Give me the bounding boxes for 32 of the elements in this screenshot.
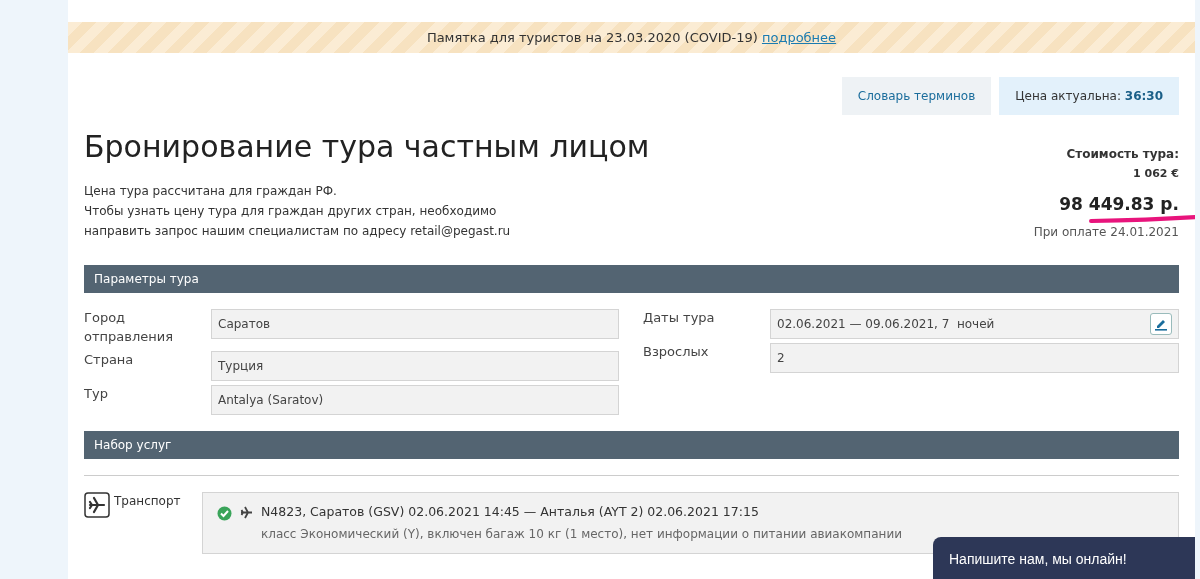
- field-label: Взрослых: [643, 343, 710, 361]
- category-label: Транспорт: [114, 492, 181, 510]
- input-field[interactable]: Саратов: [211, 309, 619, 339]
- chat-widget[interactable]: Напишите нам, мы онлайн!: [933, 537, 1195, 579]
- flight-details: класс Экономический (Y), включен багаж 10 кг (1 место), нет информации о питании авиакомпании: [261, 526, 902, 544]
- payment-note: При оплате 24.01.2021: [1033, 223, 1179, 241]
- flight-route: N4823, Саратов (GSV) 02.06.2021 14:45 — Анталья (AYT 2) 02.06.2021 17:15: [261, 502, 760, 521]
- page-title: Бронирование тура частным лицом: [84, 129, 650, 165]
- cost-label: Стоимость тура:: [1065, 146, 1179, 163]
- field-label: Даты тура: [643, 309, 716, 327]
- input-field[interactable]: 02.06.2021 — 09.06.2021, 7 ночей: [770, 309, 1179, 339]
- price-timer: Цена актуальна: 36:30: [999, 77, 1179, 115]
- section-header: Параметры тура: [84, 265, 1179, 293]
- price-rub: 98 449.83 р.: [1059, 194, 1179, 214]
- price-eur: 1 062 €: [1132, 166, 1179, 182]
- notice-text: Памятка для туристов на 23.03.2020 (COVID-19): [426, 28, 758, 47]
- info-text: направить запрос нашим специалистам по адресу retail@pegast.ru: [84, 223, 512, 240]
- input-field[interactable]: Турция: [211, 350, 619, 381]
- airplane-icon: [240, 505, 253, 519]
- info-text: Чтобы узнать цену тура для граждан других стран, необходимо: [84, 203, 498, 220]
- airplane-icon: [84, 491, 110, 518]
- input-field[interactable]: Antalya (Saratov): [211, 384, 619, 415]
- field-label: Тур: [84, 384, 109, 403]
- more-link[interactable]: подробнее: [761, 27, 837, 48]
- info-text: Цена тура рассчитана для граждан РФ.: [84, 183, 338, 200]
- field-label: Город отправления: [84, 309, 174, 346]
- input-field[interactable]: 2: [770, 343, 1179, 373]
- edit-button[interactable]: [1150, 313, 1172, 335]
- field-label: Страна: [84, 350, 135, 369]
- glossary-button[interactable]: Словарь терминов: [841, 77, 992, 115]
- pencil-icon: [1154, 317, 1168, 331]
- section-header: Набор услуг: [84, 430, 1179, 459]
